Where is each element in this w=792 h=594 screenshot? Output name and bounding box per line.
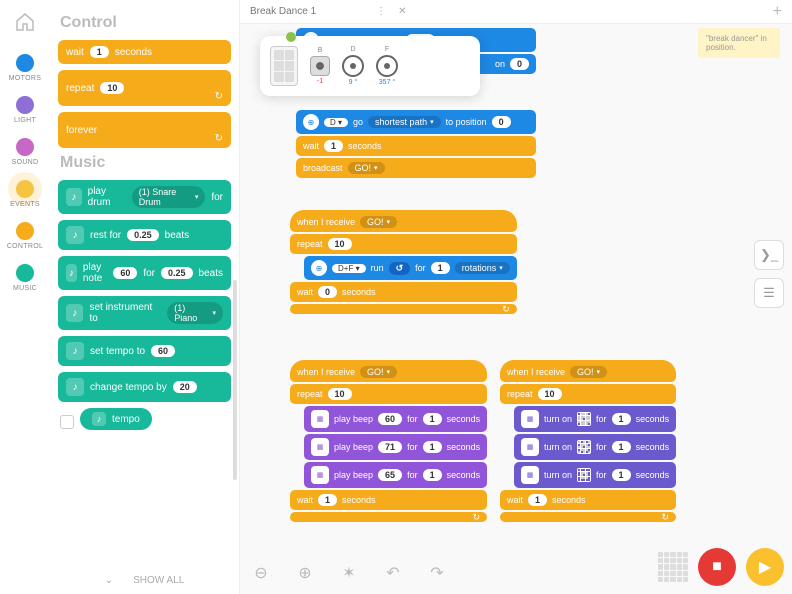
music-icon: ♪ <box>66 304 83 322</box>
block-play-beep[interactable]: ▦ play beep60 for1seconds <box>304 406 487 432</box>
undo-button[interactable]: ↶ <box>380 560 406 586</box>
zoom-out-button[interactable]: ⊖ <box>248 560 274 586</box>
stack-light[interactable]: when I receiveGO! repeat10 ▦ turn on for… <box>500 360 676 524</box>
category-sound[interactable]: SOUND <box>12 138 39 166</box>
block-set-instrument[interactable]: ♪ set instrument to (1) Piano <box>58 296 231 330</box>
notes-button[interactable]: ☰ <box>754 278 784 308</box>
category-events[interactable]: EVENTS <box>10 180 40 208</box>
music-icon: ♪ <box>66 378 84 396</box>
add-tab-icon[interactable]: + <box>773 3 782 21</box>
loop-arrow-icon: ↻ <box>502 304 510 315</box>
block-wait[interactable]: wait1seconds <box>296 136 536 156</box>
block-when-receive[interactable]: when I receiveGO! <box>500 360 676 382</box>
led-pattern-icon[interactable] <box>577 468 591 482</box>
loop-arrow-icon: ↻ <box>662 512 670 523</box>
block-play-beep[interactable]: ▦ play beep71 for1seconds <box>304 434 487 460</box>
category-motors[interactable]: MOTORS <box>9 54 41 82</box>
hub-icon: ▦ <box>521 466 539 484</box>
palette-heading-control: Control <box>60 14 231 32</box>
hub-icon: ▦ <box>311 410 329 428</box>
block-when-receive[interactable]: when I receiveGO! <box>290 360 487 382</box>
hub-icon: ▦ <box>521 410 539 428</box>
sticky-note[interactable]: "break dancer" in position. <box>698 28 780 58</box>
home-icon[interactable] <box>13 10 37 34</box>
zoom-in-button[interactable]: ⊕ <box>292 560 318 586</box>
chevron-down-icon: ⌄ <box>105 575 113 586</box>
side-panel: ❯_ ☰ <box>754 240 784 308</box>
close-icon[interactable]: ✕ <box>398 6 406 17</box>
run-controls: ■ ▶ <box>658 548 784 586</box>
block-broadcast[interactable]: broadcastGO! <box>296 158 536 178</box>
loop-arrow-icon: ↻ <box>215 91 223 102</box>
port-f-readout: F357 ° <box>376 46 398 86</box>
block-wait[interactable]: wait1seconds <box>290 490 487 510</box>
script-canvas[interactable]: Break Dance 1 ⋮ ✕ + "break dancer" in po… <box>240 0 792 594</box>
hub-icon: ▦ <box>521 438 539 456</box>
hub-icon: ▦ <box>311 438 329 456</box>
hub-led-indicator[interactable] <box>658 552 688 582</box>
tempo-monitor-checkbox[interactable] <box>60 415 74 429</box>
music-icon: ♪ <box>66 188 82 206</box>
led-pattern-icon[interactable] <box>577 440 591 454</box>
block-turn-on[interactable]: ▦ turn on for1seconds <box>514 406 676 432</box>
fit-button[interactable]: ✶ <box>336 560 362 586</box>
block-wait[interactable]: wait 1 seconds <box>58 40 231 64</box>
block-play-note[interactable]: ♪ play note 60 for 0.25 beats <box>58 256 231 290</box>
more-icon[interactable]: ⋮ <box>376 6 388 17</box>
block-repeat[interactable]: repeat10 <box>290 234 517 254</box>
stack-sound[interactable]: when I receiveGO! repeat10 ▦ play beep60… <box>290 360 487 524</box>
category-music[interactable]: MUSIC <box>13 264 37 292</box>
block-turn-on[interactable]: ▦ turn on for1seconds <box>514 462 676 488</box>
loop-arrow-icon: ↻ <box>215 133 223 144</box>
block-run-rotations[interactable]: D+F ▾ run ↺ for 1 rotations <box>304 256 517 280</box>
block-forever[interactable]: forever ↻ <box>58 112 231 148</box>
music-icon: ♪ <box>92 412 106 426</box>
category-sidebar: MOTORS LIGHT SOUND EVENTS CONTROL MUSIC <box>0 0 50 594</box>
block-wait[interactable]: wait1seconds <box>500 490 676 510</box>
motor-icon <box>303 114 319 130</box>
hub-icon <box>270 46 298 86</box>
block-repeat[interactable]: repeat10 <box>500 384 676 404</box>
block-when-receive[interactable]: when I receiveGO! <box>290 210 517 232</box>
block-repeat-end[interactable]: ↻ <box>290 304 517 314</box>
block-set-tempo[interactable]: ♪ set tempo to 60 <box>58 336 231 366</box>
block-tempo-reporter[interactable]: ♪ tempo <box>80 408 152 430</box>
block-wait[interactable]: wait0seconds <box>290 282 517 302</box>
palette-scrollbar[interactable] <box>233 280 237 480</box>
canvas-header: Break Dance 1 ⋮ ✕ + <box>240 0 792 24</box>
block-repeat-end[interactable]: ↻ <box>290 512 487 522</box>
block-tempo-reporter-row: ♪ tempo <box>60 408 231 436</box>
block-turn-on[interactable]: ▦ turn on for1seconds <box>514 434 676 460</box>
show-all-button[interactable]: ⌄ SHOW ALL <box>50 575 239 586</box>
play-button[interactable]: ▶ <box>746 548 784 586</box>
category-light[interactable]: LIGHT <box>14 96 36 124</box>
port-b-readout: B-1 <box>310 47 330 85</box>
block-palette: Control wait 1 seconds repeat 10 ↻ forev… <box>50 0 240 594</box>
stack-dance[interactable]: when I receiveGO! repeat10 D+F ▾ run ↺ f… <box>290 210 517 316</box>
block-repeat-end[interactable]: ↻ <box>500 512 676 522</box>
palette-heading-music: Music <box>60 154 231 172</box>
music-icon: ♪ <box>66 264 77 282</box>
block-play-drum[interactable]: ♪ play drum (1) Snare Drum for <box>58 180 231 214</box>
project-title[interactable]: Break Dance 1 <box>250 6 316 17</box>
hub-status-popup[interactable]: B-1 D9 ° F357 ° <box>260 36 480 96</box>
category-control[interactable]: CONTROL <box>7 222 43 250</box>
block-repeat[interactable]: repeat10 <box>290 384 487 404</box>
block-change-tempo[interactable]: ♪ change tempo by 20 <box>58 372 231 402</box>
redo-button[interactable]: ↷ <box>424 560 450 586</box>
block-repeat[interactable]: repeat 10 ↻ <box>58 70 231 106</box>
stop-button[interactable]: ■ <box>698 548 736 586</box>
music-icon: ♪ <box>66 226 84 244</box>
led-pattern-icon[interactable] <box>577 412 591 426</box>
block-play-beep[interactable]: ▦ play beep65 for1seconds <box>304 462 487 488</box>
port-d-readout: D9 ° <box>342 46 364 86</box>
motor-icon <box>311 260 327 276</box>
canvas-toolbar: ⊖ ⊕ ✶ ↶ ↷ <box>248 560 450 586</box>
block-go-shortest-path[interactable]: D ▾ go shortest path to position 0 <box>296 110 536 134</box>
console-button[interactable]: ❯_ <box>754 240 784 270</box>
hub-icon: ▦ <box>311 466 329 484</box>
block-rest[interactable]: ♪ rest for 0.25 beats <box>58 220 231 250</box>
loop-arrow-icon: ↻ <box>473 512 481 523</box>
music-icon: ♪ <box>66 342 84 360</box>
